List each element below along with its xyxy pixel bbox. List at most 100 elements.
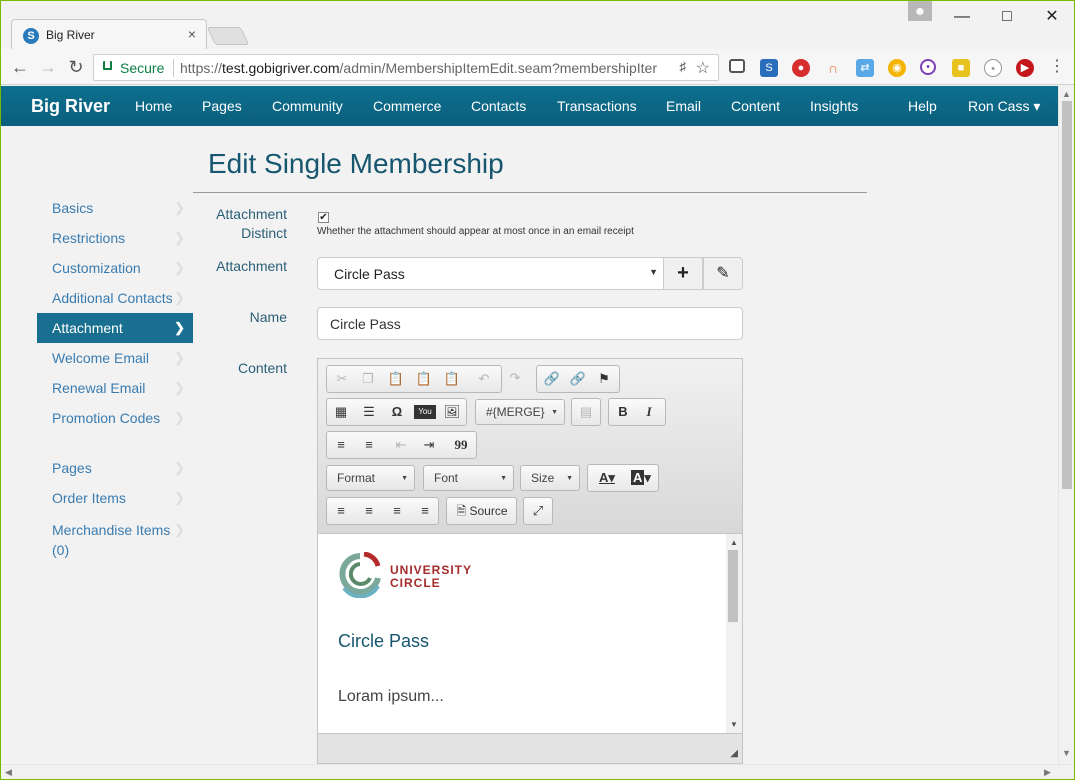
format-dropdown[interactable]: Format ▼ (326, 465, 415, 491)
editor-scrollbar[interactable]: ▲ ▼ (726, 533, 742, 733)
source-button[interactable]: 🗎 Source (449, 501, 515, 521)
extension-chrome-icon[interactable]: ◉ (888, 59, 906, 77)
bookmark-star-icon[interactable]: ☆ (696, 58, 710, 78)
url-text[interactable]: https://test.gobigriver.com/admin/Member… (180, 60, 666, 76)
extension-target-icon[interactable]: • (920, 59, 936, 75)
extension-play-icon[interactable]: ▶ (1016, 59, 1034, 77)
scroll-left-icon[interactable]: ◀ (5, 767, 12, 778)
minimize-icon[interactable]: — (947, 7, 977, 27)
sidebar-item-customization[interactable]: Customization ❯ (37, 253, 193, 283)
sidebar-item-promotion-codes[interactable]: Promotion Codes ❯ (37, 403, 193, 433)
page-scrollbar[interactable]: ▲ ▼ (1058, 86, 1074, 764)
sidebar-item-welcome-email[interactable]: Welcome Email ❯ (37, 343, 193, 373)
maximize-editor-icon[interactable]: ⤢ (527, 501, 549, 521)
blockquote-button[interactable]: 99 (450, 435, 472, 455)
sidebar-item-restrictions[interactable]: Restrictions ❯ (37, 223, 193, 253)
anchor-flag-icon[interactable]: ⚑ (593, 369, 615, 389)
align-left-icon[interactable]: ≡ (330, 501, 352, 521)
attachment-distinct-checkbox[interactable]: ✔ (318, 212, 329, 223)
cut-icon[interactable]: ✂ (331, 369, 353, 389)
address-bar[interactable]: Secure https://test.gobigriver.com/admin… (93, 54, 719, 81)
sidebar-item-attachment[interactable]: Attachment ❯ (37, 313, 193, 343)
key-icon[interactable]: ♯ (680, 59, 687, 74)
tab-close-icon[interactable]: × (188, 26, 196, 42)
align-center-icon[interactable]: ≡ (358, 501, 380, 521)
scroll-right-icon[interactable]: ▶ (1044, 767, 1051, 778)
edit-attachment-button[interactable]: ✎ (703, 257, 743, 290)
nav-home[interactable]: Home (135, 98, 172, 114)
horizontal-rule-icon[interactable]: ☰ (358, 402, 380, 422)
reload-icon[interactable]: ↻ (65, 56, 87, 78)
nav-transactions[interactable]: Transactions (557, 98, 637, 114)
scroll-up-icon[interactable]: ▲ (1062, 89, 1071, 99)
extension-s-icon[interactable]: S (760, 59, 778, 77)
sidebar-item-renewal-email[interactable]: Renewal Email ❯ (37, 373, 193, 403)
maximize-icon[interactable]: □ (992, 7, 1022, 27)
bulleted-list-icon[interactable]: ≡ (358, 435, 380, 455)
paste-word-icon[interactable]: 📋 (441, 369, 463, 389)
scroll-up-icon[interactable]: ▲ (730, 538, 738, 547)
nav-contacts[interactable]: Contacts (471, 98, 526, 114)
paste-icon[interactable]: 📋 (385, 369, 407, 389)
attachment-select[interactable]: Circle Pass ▼ (317, 257, 664, 290)
align-right-icon[interactable]: ≡ (386, 501, 408, 521)
nav-commerce[interactable]: Commerce (373, 98, 441, 114)
new-tab-button[interactable] (206, 27, 250, 45)
nav-insights[interactable]: Insights (810, 98, 858, 114)
extension-arc-icon[interactable]: ∩ (824, 59, 842, 77)
template-icon[interactable]: ▤ (575, 402, 597, 422)
horizontal-scrollbar[interactable]: ◀ ▶ (1, 764, 1074, 779)
bold-button[interactable]: B (612, 402, 634, 422)
extension-shield-icon[interactable]: ● (792, 59, 810, 77)
numbered-list-icon[interactable]: ≡ (330, 435, 352, 455)
add-attachment-button[interactable]: + (663, 257, 703, 290)
align-justify-icon[interactable]: ≡ (414, 501, 436, 521)
nav-pages[interactable]: Pages (202, 98, 242, 114)
outdent-icon[interactable]: ⇤ (390, 435, 412, 455)
merge-field-dropdown[interactable]: #{MERGE} ▼ (475, 399, 565, 425)
background-color-icon[interactable]: A ▾ (626, 468, 656, 488)
special-char-icon[interactable]: Ω (386, 402, 408, 422)
table-icon[interactable]: ▦ (330, 402, 352, 422)
nav-user-menu[interactable]: Ron Cass ▾ (968, 98, 1040, 115)
forward-icon[interactable]: → (37, 56, 59, 78)
youtube-icon[interactable]: You (414, 405, 436, 419)
profile-icon[interactable]: ☻ (908, 1, 932, 21)
italic-button[interactable]: I (638, 402, 660, 422)
extension-chat-icon[interactable]: ■ (952, 59, 970, 77)
scroll-down-icon[interactable]: ▼ (1062, 748, 1071, 758)
extension-translate-icon[interactable]: ⇄ (856, 59, 874, 77)
page-scroll-thumb[interactable] (1062, 101, 1072, 489)
browser-tab[interactable]: S Big River × (11, 19, 207, 49)
sidebar-item-order-items[interactable]: Order Items ❯ (37, 483, 193, 513)
close-window-icon[interactable]: ✕ (1037, 7, 1067, 27)
redo-icon[interactable]: ↷ (504, 368, 526, 388)
editor-content-area[interactable]: UNIVERSITY CIRCLE Circle Pass Loram ipsum… (318, 533, 726, 733)
sidebar-item-pages[interactable]: Pages ❯ (37, 453, 193, 483)
nav-email[interactable]: Email (666, 98, 701, 114)
paste-text-icon[interactable]: 📋 (413, 369, 435, 389)
image-icon[interactable]: 🖼 (441, 402, 463, 422)
nav-community[interactable]: Community (272, 98, 343, 114)
link-icon[interactable]: 🔗 (541, 369, 563, 389)
extension-clock-icon[interactable]: • (984, 59, 1002, 77)
indent-icon[interactable]: ⇥ (418, 435, 440, 455)
copy-icon[interactable]: ❐ (357, 369, 379, 389)
cast-icon[interactable] (729, 59, 745, 73)
nav-help[interactable]: Help (908, 98, 937, 114)
sidebar-item-additional-contacts[interactable]: Additional Contacts ❯ (37, 283, 193, 313)
resize-grip-icon[interactable]: ◢ (730, 748, 738, 759)
browser-menu-icon[interactable]: ⋮ (1046, 56, 1068, 78)
scroll-down-icon[interactable]: ▼ (730, 720, 738, 729)
sidebar-item-merchandise-items[interactable]: Merchandise Items (0) ❯ (37, 513, 193, 563)
nav-content[interactable]: Content (731, 98, 780, 114)
unlink-icon[interactable]: 🔗 (567, 369, 589, 389)
text-color-icon[interactable]: A▾ (592, 468, 622, 488)
back-icon[interactable]: ← (9, 56, 31, 78)
brand-logo[interactable]: Big River (31, 96, 110, 117)
size-dropdown[interactable]: Size ▼ (520, 465, 580, 491)
sidebar-item-basics[interactable]: Basics ❯ (37, 193, 193, 223)
undo-icon[interactable]: ↶ (473, 369, 495, 389)
font-dropdown[interactable]: Font ▼ (423, 465, 514, 491)
name-input[interactable]: Circle Pass (317, 307, 743, 340)
